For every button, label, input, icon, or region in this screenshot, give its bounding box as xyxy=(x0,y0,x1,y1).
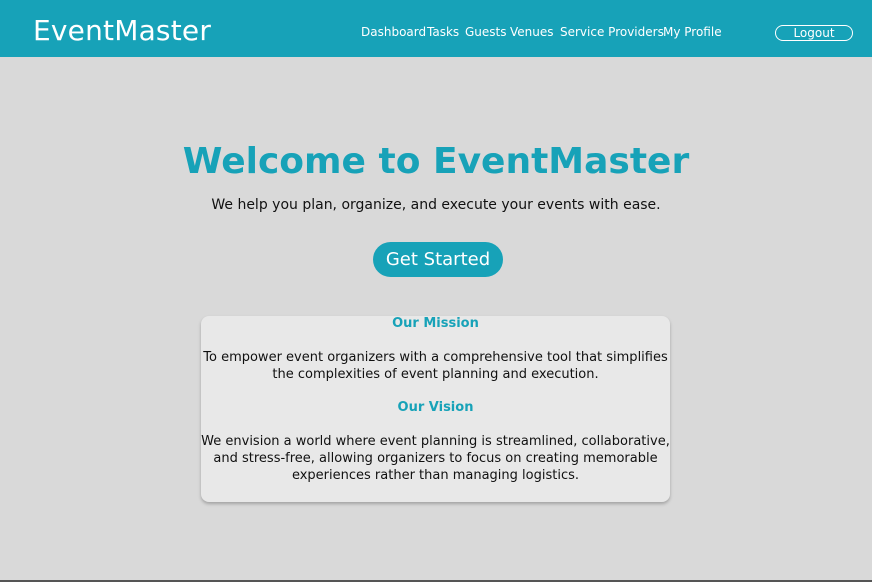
vision-line-1: We envision a world where event planning… xyxy=(201,434,670,449)
nav-guests[interactable]: Guests xyxy=(465,24,507,40)
vision-line-3: experiences rather than managing logisti… xyxy=(291,468,580,483)
vision-heading: Our Vision xyxy=(397,400,474,415)
get-started-button[interactable]: Get Started xyxy=(373,242,503,277)
hero-title: Welcome to EventMaster xyxy=(182,141,690,182)
nav-dashboard[interactable]: Dashboard xyxy=(361,24,426,40)
hero-subtitle: We help you plan, organize, and execute … xyxy=(211,197,661,213)
info-card: Our Mission To empower event organizers … xyxy=(201,316,670,502)
brand-logo[interactable]: EventMaster xyxy=(33,14,211,48)
mission-heading: Our Mission xyxy=(392,316,479,331)
nav-service-providers[interactable]: Service Providers xyxy=(560,24,664,40)
mission-line-1: To empower event organizers with a compr… xyxy=(203,350,668,365)
top-navbar: EventMaster Dashboard Tasks Guests Venue… xyxy=(0,0,872,57)
logout-button[interactable]: Logout xyxy=(775,25,853,41)
nav-my-profile[interactable]: My Profile xyxy=(663,24,722,40)
nav-tasks[interactable]: Tasks xyxy=(427,24,459,40)
nav-venues[interactable]: Venues xyxy=(510,24,554,40)
vision-line-2: and stress-free, allowing organizers to … xyxy=(213,451,658,466)
mission-line-2: the complexities of event planning and e… xyxy=(272,367,599,382)
